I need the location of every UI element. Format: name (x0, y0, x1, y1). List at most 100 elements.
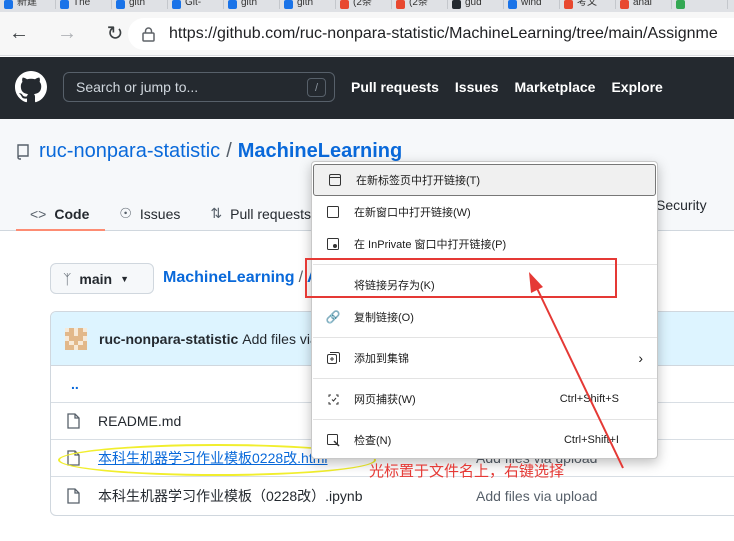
menu-item-label: 网页捕获(W) (354, 394, 416, 406)
back-button[interactable]: ← (0, 12, 38, 56)
repo-name-link[interactable]: MachineLearning (238, 140, 402, 163)
search-input[interactable]: Search or jump to... / (63, 72, 335, 102)
tab-code[interactable]: <> Code (16, 196, 106, 231)
browser-tab[interactable]: 新建 (0, 0, 56, 9)
menu-item-open-inprivate[interactable]: 在 InPrivate 窗口中打开链接(P) (312, 228, 657, 260)
address-bar[interactable]: https://github.com/ruc-nonpara-statistic… (128, 18, 734, 50)
link-icon: 🔗 (325, 310, 341, 324)
file-name-link[interactable]: README.md (98, 413, 181, 429)
menu-item-label: 在新窗口中打开链接(W) (354, 207, 471, 219)
file-icon (67, 487, 80, 504)
browser-tab-label: (2条 (409, 0, 428, 8)
browser-tab-label: wind (521, 0, 542, 8)
top-nav: Pull requests Issues Marketplace Explore (351, 79, 663, 95)
menu-item-label: 在 InPrivate 窗口中打开链接(P) (354, 239, 507, 251)
tab-pull-requests-label: Pull requests (230, 205, 312, 222)
tab-favicon-icon (508, 0, 517, 9)
reload-icon: ↻ (106, 23, 124, 45)
menu-item-copy-link[interactable]: 🔗 复制链接(O) (312, 301, 657, 333)
slash-key-hint: / (307, 78, 326, 97)
back-arrow-icon: ← (9, 22, 29, 44)
new-window-icon (326, 205, 340, 219)
browser-tab[interactable]: 考文 (560, 0, 616, 9)
code-icon: <> (30, 205, 47, 222)
nav-explore[interactable]: Explore (611, 79, 662, 95)
nav-marketplace[interactable]: Marketplace (515, 79, 596, 95)
highlight-box (305, 258, 617, 298)
tab-pull-requests[interactable]: ⇅ Pull requests (196, 196, 327, 231)
menu-item-inspect[interactable]: 检查(N) Ctrl+Shift+I (312, 424, 657, 456)
shortcut-label: Ctrl+Shift+I (563, 434, 619, 446)
browser-tab-label: gith (241, 0, 258, 8)
breadcrumb-root[interactable]: MachineLearning (163, 269, 295, 286)
shortcut-label: Ctrl+Shift+S (559, 393, 619, 405)
nav-issues[interactable]: Issues (455, 79, 499, 95)
browser-toolbar: ← → ↻ https://github.com/ruc-nonpara-sta… (0, 12, 734, 56)
tab-favicon-icon (228, 0, 237, 9)
forward-button[interactable]: → (48, 12, 86, 56)
browser-tab-label: Git- (185, 0, 202, 8)
menu-item-web-capture[interactable]: 网页捕获(W) Ctrl+Shift+S (312, 383, 657, 415)
repo-title: ruc-nonpara-statistic / MachineLearning (16, 140, 402, 163)
issue-icon: ☉ (119, 205, 132, 221)
commit-message[interactable]: Add files via (242, 331, 317, 347)
branch-icon: ᛉ (63, 270, 72, 287)
browser-tab-label: (2条 (353, 0, 372, 8)
tab-issues[interactable]: ☉ Issues (105, 196, 196, 231)
browser-tab[interactable]: (2条 (392, 0, 448, 9)
tab-favicon-icon (172, 0, 181, 9)
chevron-down-icon: ▼ (120, 273, 130, 284)
browser-tab-label: 考文 (577, 0, 597, 8)
menu-item-label: 在新标签页中打开链接(T) (356, 175, 481, 187)
browser-tab[interactable]: gith (112, 0, 168, 9)
repo-owner-link[interactable]: ruc-nonpara-statistic (39, 140, 220, 163)
browser-tab[interactable]: wind (504, 0, 560, 9)
repo-tabs: <> Code ☉ Issues ⇅ Pull requests (16, 196, 327, 231)
nav-pull-requests[interactable]: Pull requests (351, 79, 439, 95)
browser-tab-strip: 新建 The gith Git-gith gith (2条 (2条 gud wind 考文 anal (0, 0, 734, 12)
chevron-right-icon: › (638, 350, 643, 366)
repo-icon (17, 143, 29, 160)
browser-tab[interactable]: The (56, 0, 112, 9)
tab-favicon-icon (676, 0, 685, 9)
menu-divider (313, 378, 657, 379)
menu-item-open-new-tab[interactable]: 在新标签页中打开链接(T) (313, 164, 656, 196)
context-menu: 在新标签页中打开链接(T) 在新窗口中打开链接(W) 在 InPrivate 窗… (311, 161, 658, 459)
tab-favicon-icon (396, 0, 405, 9)
browser-tab[interactable] (672, 0, 728, 9)
file-name-link[interactable]: 本科生机器学习作业模板（0228改）.ipynb (98, 486, 363, 506)
menu-divider (313, 419, 657, 420)
tab-favicon-icon (116, 0, 125, 9)
tab-favicon-icon (564, 0, 573, 9)
browser-tab[interactable]: gud (448, 0, 504, 9)
tab-security[interactable]: Security (656, 197, 707, 213)
browser-tab-label: anal (633, 0, 652, 8)
tab-favicon-icon (620, 0, 629, 9)
browser-tab[interactable]: anal (616, 0, 672, 9)
commit-author[interactable]: ruc-nonpara-statistic (99, 331, 238, 347)
web-capture-icon (326, 392, 340, 406)
browser-tab[interactable]: gith (280, 0, 336, 9)
browser-tab[interactable]: Git- (168, 0, 224, 9)
browser-tab[interactable]: (2条 (336, 0, 392, 9)
tab-code-label: Code (54, 205, 90, 222)
tab-favicon-icon (60, 0, 69, 9)
browser-tab[interactable]: gith (224, 0, 280, 9)
menu-divider (313, 337, 657, 338)
menu-item-label: 复制链接(O) (354, 312, 414, 324)
menu-item-open-new-window[interactable]: 在新窗口中打开链接(W) (312, 196, 657, 228)
new-tab-icon (328, 173, 342, 187)
branch-name: main (79, 270, 113, 287)
tab-favicon-icon (452, 0, 461, 9)
pull-request-icon: ⇅ (210, 205, 223, 221)
tab-favicon-icon (340, 0, 349, 9)
browser-tab-label: gith (129, 0, 146, 8)
github-logo-icon[interactable] (15, 71, 47, 103)
menu-item-add-to-collections[interactable]: 添加到集锦 › (312, 342, 657, 374)
inprivate-window-icon (326, 237, 340, 251)
repo-title-separator: / (226, 140, 232, 162)
file-commit-message[interactable]: Add files via upload (476, 488, 597, 504)
branch-select-button[interactable]: ᛉ main ▼ (50, 263, 154, 294)
browser-tab-label: gith (297, 0, 314, 8)
parent-directory-link[interactable]: .. (71, 376, 79, 392)
